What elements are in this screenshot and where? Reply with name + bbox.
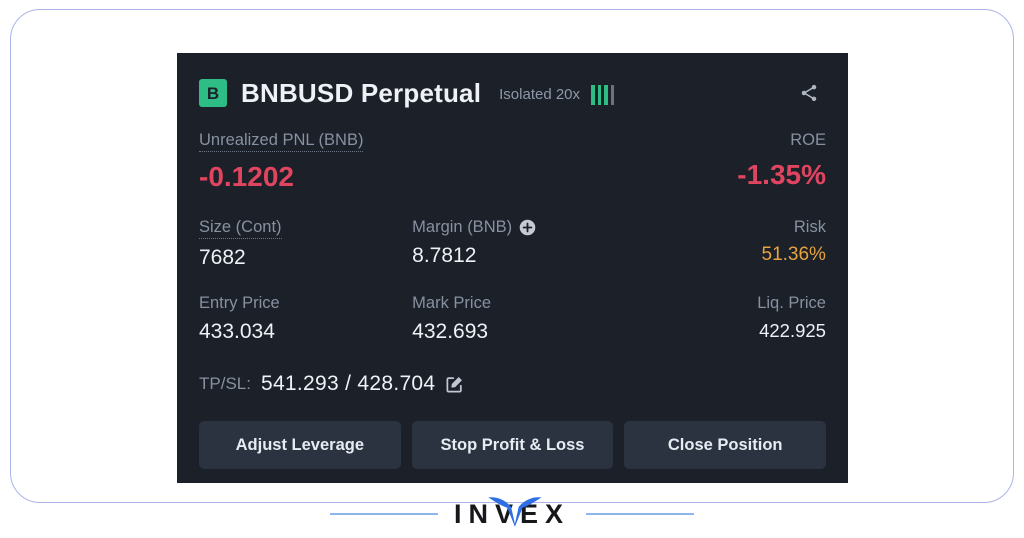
footer-brand: INVEX bbox=[0, 490, 1024, 538]
roe-label: ROE bbox=[790, 131, 826, 149]
position-card: B BNBUSD Perpetual Isolated 20x Unrealiz… bbox=[177, 53, 848, 483]
risk-label: Risk bbox=[793, 218, 826, 237]
action-button-row: Adjust Leverage Stop Profit & Loss Close… bbox=[199, 421, 827, 470]
adjust-leverage-button[interactable]: Adjust Leverage bbox=[199, 421, 401, 470]
footer-rule-left bbox=[329, 513, 438, 515]
tpsl-label: TP/SL: bbox=[199, 374, 251, 394]
screenshot-root: B BNBUSD Perpetual Isolated 20x Unrealiz… bbox=[0, 0, 1024, 538]
entry-price-label: Entry Price bbox=[199, 294, 280, 313]
footer-rule-right bbox=[586, 513, 695, 515]
share-icon bbox=[801, 84, 817, 102]
margin-label: Margin (BNB) bbox=[412, 218, 513, 237]
tpsl-value: 541.293 / 428.704 bbox=[260, 372, 436, 396]
unrealized-pnl-value: -0.1202 bbox=[199, 160, 294, 192]
price-row: Entry Price 433.034 Mark Price 432.693 L… bbox=[199, 294, 826, 344]
size-margin-risk-row: Size (Cont) 7682 Margin (BNB) 8.7812 Ris… bbox=[199, 218, 826, 270]
roe-value: -1.35% bbox=[737, 159, 826, 190]
plus-circle-icon[interactable] bbox=[519, 219, 536, 236]
invex-logo: INVEX bbox=[453, 497, 571, 529]
entry-price-value: 433.034 bbox=[199, 320, 275, 344]
leverage-mode-label[interactable]: Isolated 20x bbox=[499, 83, 580, 103]
margin-value: 8.7812 bbox=[412, 244, 477, 268]
size-value: 7682 bbox=[199, 246, 246, 270]
stop-profit-loss-button[interactable]: Stop Profit & Loss bbox=[411, 421, 614, 470]
symbol-title: BNBUSD Perpetual bbox=[241, 77, 482, 108]
tpsl-row: TP/SL: 541.293 / 428.704 bbox=[199, 372, 826, 396]
risk-value: 51.36% bbox=[761, 244, 826, 266]
close-position-button[interactable]: Close Position bbox=[624, 421, 827, 470]
size-label[interactable]: Size (Cont) bbox=[199, 218, 282, 240]
pnl-row: Unrealized PNL (BNB) -0.1202 ROE -1.35% bbox=[199, 131, 826, 193]
mark-price-label: Mark Price bbox=[412, 294, 492, 313]
edit-pencil-icon[interactable] bbox=[445, 375, 464, 394]
risk-level-indicator-icon bbox=[591, 82, 615, 105]
share-button[interactable] bbox=[792, 76, 826, 110]
invex-logo-text: INVEX bbox=[453, 498, 571, 529]
liq-price-label: Liq. Price bbox=[757, 294, 826, 313]
liq-price-value: 422.925 bbox=[759, 320, 826, 342]
margin-label-group: Margin (BNB) bbox=[412, 218, 536, 237]
card-header: B BNBUSD Perpetual Isolated 20x bbox=[199, 53, 826, 127]
symbol-badge: B bbox=[199, 79, 227, 107]
mark-price-value: 432.693 bbox=[412, 320, 489, 344]
unrealized-pnl-label[interactable]: Unrealized PNL (BNB) bbox=[199, 131, 364, 152]
